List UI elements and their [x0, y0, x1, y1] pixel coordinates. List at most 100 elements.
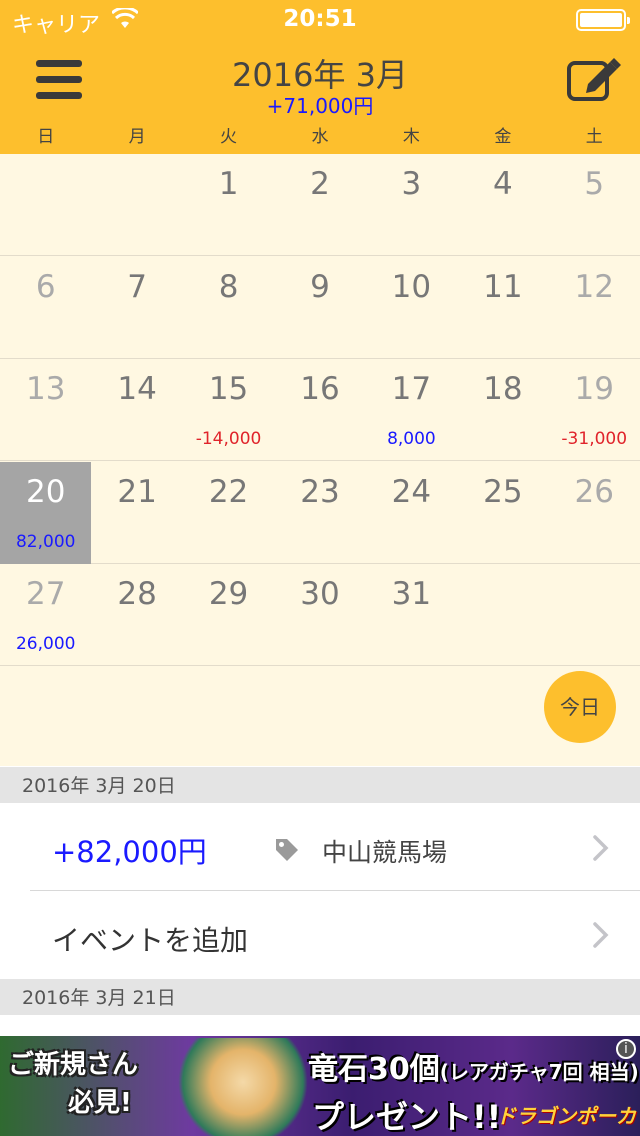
calendar-day-cell[interactable]: 5 — [549, 154, 640, 256]
calendar-week-row: 27 26,000 28 29 30 31 — [0, 564, 640, 666]
day-number: 7 — [127, 268, 147, 305]
day-number: 27 — [25, 576, 66, 612]
calendar-empty-cell — [549, 564, 640, 666]
status-bar: キャリア 20:51 — [0, 0, 640, 40]
calendar-day-cell[interactable]: 3 — [366, 154, 457, 256]
ad-headline: 竜石30個(レアガチャ7回 相当) — [308, 1044, 639, 1088]
calendar-day-cell[interactable]: 16 — [274, 359, 365, 461]
calendar-week-row: 20 82,000 21 22 23 24 25 26 — [0, 461, 640, 564]
calendar-day-cell[interactable]: 24 — [366, 462, 457, 564]
day-amount: -14,000 — [195, 429, 262, 449]
battery-icon — [576, 9, 630, 31]
calendar-day-cell[interactable]: 17 8,000 — [366, 359, 457, 461]
event-place: 中山競馬場 — [322, 838, 448, 867]
day-number: 8 — [218, 268, 239, 305]
calendar-day-cell[interactable]: 15 -14,000 — [183, 359, 274, 461]
calendar-day-cell[interactable]: 28 — [91, 564, 182, 666]
day-amount: 82,000 — [15, 531, 76, 552]
ad-subline: プレゼント!! — [312, 1098, 502, 1136]
tag-icon — [276, 839, 298, 861]
day-amount: 8,000 — [387, 429, 436, 449]
weekday-sat: 土 — [585, 127, 603, 147]
calendar-day-cell[interactable]: 13 — [0, 359, 91, 461]
calendar-day-cell[interactable]: 6 — [0, 257, 91, 359]
calendar-day-cell[interactable]: 25 — [457, 462, 548, 564]
ad-headline-note: (レアガチャ7回 相当) — [439, 1060, 639, 1084]
day-number: 31 — [391, 576, 432, 612]
today-button[interactable]: 今日 — [544, 671, 616, 743]
calendar-day-cell[interactable]: 10 — [366, 257, 457, 359]
event-row[interactable]: +82,000円 中山競馬場 — [0, 803, 640, 891]
day-number: 14 — [117, 371, 157, 407]
calendar-day-cell[interactable]: 26 — [549, 462, 640, 564]
ad-left-line2: 必見! — [68, 1088, 132, 1118]
date-section-header: 2016年 3月 21日 — [0, 979, 640, 1015]
ad-left-line1: ご新規さん — [8, 1050, 139, 1080]
day-number: 10 — [391, 268, 432, 305]
day-amount: 26,000 — [15, 634, 76, 654]
calendar-day-cell[interactable]: 14 — [91, 359, 182, 461]
day-number: 16 — [300, 371, 340, 407]
calendar-day-cell[interactable]: 19 -31,000 — [549, 359, 640, 461]
add-event-label: イベントを追加 — [52, 924, 249, 957]
calendar-week-row: 6 7 8 9 10 11 12 — [0, 257, 640, 359]
chevron-right-icon — [593, 922, 609, 948]
day-number: 24 — [391, 473, 432, 510]
calendar-day-cell[interactable]: 12 — [549, 257, 640, 359]
calendar-empty-cell — [457, 564, 548, 666]
day-number: 19 — [574, 371, 614, 407]
weekday-sun: 日 — [37, 127, 55, 147]
chevron-right-icon — [593, 835, 609, 861]
calendar-day-cell[interactable]: 1 — [183, 154, 274, 256]
ad-banner[interactable]: ご新規さん 必見! 竜石30個(レアガチャ7回 相当) プレゼント!! ドラゴン… — [0, 1036, 640, 1136]
calendar-day-cell[interactable]: 11 — [457, 257, 548, 359]
calendar-day-cell[interactable]: 29 — [183, 564, 274, 666]
calendar-week-row: 1 2 3 4 5 — [0, 154, 640, 256]
day-amount: -31,000 — [561, 429, 628, 449]
day-number: 22 — [208, 473, 249, 510]
calendar-grid: 1 2 3 4 5 6 7 8 9 10 11 12 13 14 15 -14,000 16 17 8,000 18 1… — [0, 154, 640, 766]
day-number: 12 — [574, 268, 614, 305]
weekday-tue: 火 — [220, 127, 238, 147]
day-number: 18 — [483, 371, 523, 407]
calendar-day-cell[interactable]: 8 — [183, 257, 274, 359]
date-section-header: 2016年 3月 20日 — [0, 767, 640, 803]
weekday-thu: 木 — [402, 127, 420, 147]
calendar-day-cell[interactable]: 31 — [366, 564, 457, 666]
info-icon[interactable]: i — [616, 1039, 636, 1059]
weekday-mon: 月 — [128, 127, 146, 147]
day-number: 20 — [25, 473, 66, 510]
day-number: 25 — [483, 473, 523, 510]
month-total: +71,000円 — [266, 94, 374, 118]
calendar-day-cell[interactable]: 27 26,000 — [0, 564, 91, 666]
calendar-day-cell[interactable]: 9 — [274, 257, 365, 359]
day-number: 28 — [117, 576, 157, 612]
calendar-day-cell[interactable]: 7 — [91, 257, 182, 359]
calendar-day-cell[interactable]: 21 — [91, 462, 182, 564]
day-number: 6 — [35, 268, 56, 305]
day-number: 17 — [391, 371, 432, 407]
calendar-empty-cell — [91, 154, 182, 256]
edit-icon[interactable] — [566, 56, 622, 102]
calendar-day-cell[interactable]: 22 — [183, 462, 274, 564]
calendar-day-cell[interactable]: 18 — [457, 359, 548, 461]
app-header: キャリア 20:51 2016年 3月 +71,000円 日 月 火 水 木 金… — [0, 0, 640, 154]
calendar-day-cell[interactable]: 23 — [274, 462, 365, 564]
day-number: 30 — [300, 576, 340, 612]
ad-headline-main: 竜石30個 — [308, 1052, 440, 1087]
day-number: 1 — [218, 166, 239, 202]
calendar-day-cell[interactable]: 30 — [274, 564, 365, 666]
calendar-week-row: 13 14 15 -14,000 16 17 8,000 18 19 -31,000 — [0, 359, 640, 461]
day-number: 26 — [574, 473, 614, 510]
ad-left-text: ご新規さん 必見! — [8, 1046, 138, 1122]
day-number: 21 — [117, 473, 157, 510]
calendar-day-cell[interactable]: 4 — [457, 154, 548, 256]
day-number: 29 — [208, 576, 249, 612]
weekday-header: 日 月 火 水 木 金 土 — [0, 122, 640, 148]
ad-logo: ドラゴンポーカー — [496, 1104, 636, 1136]
add-event-row[interactable]: イベントを追加 — [0, 891, 640, 979]
calendar-empty-cell — [0, 154, 91, 256]
calendar-day-cell[interactable]: 2 — [274, 154, 365, 256]
day-number: 23 — [300, 473, 340, 510]
calendar-day-cell[interactable]: 20 82,000 — [0, 461, 92, 564]
